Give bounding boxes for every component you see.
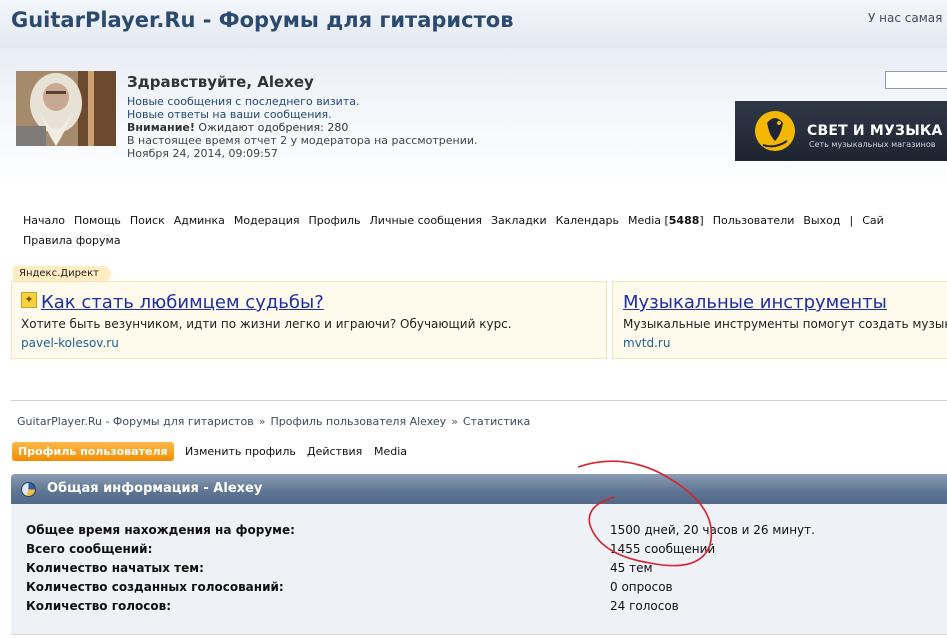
tab-actions[interactable]: Действия bbox=[307, 442, 362, 461]
ad2-url-link[interactable]: mvtd.ru bbox=[623, 336, 670, 350]
stats-table: Общее время нахождения на форуме: 1500 д… bbox=[11, 504, 947, 635]
nav-site[interactable]: Сай bbox=[862, 214, 884, 227]
online-users-text: У нас самая bbox=[868, 11, 943, 25]
stat-value: 1500 дней, 20 часов и 26 минут. bbox=[610, 523, 815, 537]
stat-value: 45 тем bbox=[610, 561, 653, 575]
stat-value: 24 голосов bbox=[610, 599, 679, 613]
new-replies-line: Новые ответы на ваши сообщения. bbox=[127, 108, 332, 121]
attention-label: Внимание! bbox=[127, 121, 195, 134]
nav-search[interactable]: Поиск bbox=[130, 214, 165, 227]
tab-media[interactable]: Media bbox=[374, 442, 407, 461]
nav-separator: | bbox=[849, 214, 854, 227]
nav-media[interactable]: Media [5488] bbox=[628, 214, 704, 227]
banner-title: СВЕТ И МУЗЫКА bbox=[807, 123, 943, 139]
stat-row: Количество созданных голосований: 0 опро… bbox=[11, 580, 947, 599]
ad2-title-link[interactable]: Музыкальные инструменты bbox=[623, 292, 887, 313]
banner-subtitle: Сеть музыкальных магазинов bbox=[809, 140, 936, 149]
new-replies-link[interactable]: Новые ответы на ваши сообщения. bbox=[127, 108, 332, 121]
current-date: Ноября 24, 2014, 09:09:57 bbox=[127, 147, 278, 160]
stat-label: Количество созданных голосований: bbox=[26, 580, 284, 594]
tab-edit-profile[interactable]: Изменить профиль bbox=[185, 442, 296, 461]
breadcrumb-profile[interactable]: Профиль пользователя Alexey bbox=[270, 415, 446, 428]
breadcrumb: GuitarPlayer.Ru - Форумы для гитаристов »… bbox=[17, 415, 530, 428]
stat-label: Количество начатых тем: bbox=[26, 561, 204, 575]
nav-media-close: ] bbox=[699, 214, 704, 227]
stat-value: 0 опросов bbox=[610, 580, 673, 594]
ad1-title-link[interactable]: Как стать любимцем судьбы? bbox=[41, 292, 324, 313]
attention-text[interactable]: Ожидают одобрения: 280 bbox=[195, 121, 348, 134]
site-header: GuitarPlayer.Ru - Форумы для гитаристов … bbox=[0, 0, 947, 48]
user-avatar[interactable] bbox=[16, 71, 116, 146]
nav-rules[interactable]: Правила форума bbox=[23, 234, 121, 247]
nav-bookmarks[interactable]: Закладки bbox=[491, 214, 547, 227]
breadcrumb-forum[interactable]: GuitarPlayer.Ru - Форумы для гитаристов bbox=[17, 415, 254, 428]
stat-value: 1455 сообщений bbox=[610, 542, 716, 556]
search-input[interactable] bbox=[885, 71, 947, 89]
stat-row: Количество начатых тем: 45 тем bbox=[11, 561, 947, 580]
ad-block-2[interactable]: Музыкальные инструменты Музыкальные инст… bbox=[612, 281, 947, 359]
new-posts-link[interactable]: Новые сообщения с последнего визита. bbox=[127, 95, 359, 108]
nav-second-row: Правила форума bbox=[23, 232, 121, 250]
nav-logout[interactable]: Выход bbox=[803, 214, 840, 227]
pie-chart-icon bbox=[21, 482, 36, 497]
ad1-text: Хотите быть везунчиком, идти по жизни ле… bbox=[21, 317, 512, 331]
stat-label: Всего сообщений: bbox=[26, 542, 153, 556]
stat-label: Количество голосов: bbox=[26, 599, 172, 613]
nav-users[interactable]: Пользователи bbox=[713, 214, 795, 227]
stats-title: Общая информация - Alexey bbox=[47, 481, 263, 496]
tab-user-profile[interactable]: Профиль пользователя bbox=[12, 442, 174, 461]
stat-row: Количество голосов: 24 голосов bbox=[11, 599, 947, 618]
breadcrumb-stats[interactable]: Статистика bbox=[463, 415, 530, 428]
new-posts-line: Новые сообщения с последнего визита. bbox=[127, 95, 359, 108]
nav-media-count: 5488 bbox=[668, 214, 700, 227]
divider bbox=[11, 400, 947, 401]
yandex-direct-label[interactable]: Яндекс.Директ bbox=[13, 266, 111, 282]
breadcrumb-separator: » bbox=[258, 415, 266, 428]
nav-profile[interactable]: Профиль bbox=[308, 214, 360, 227]
ad-block-1[interactable]: ✦ Как стать любимцем судьбы? Хотите быть… bbox=[11, 281, 607, 359]
site-title[interactable]: GuitarPlayer.Ru - Форумы для гитаристов bbox=[11, 8, 513, 32]
main-navigation: Начало Помощь Поиск Админка Модерация Профиль… bbox=[23, 210, 947, 232]
ad-favicon-icon: ✦ bbox=[21, 292, 37, 308]
nav-home[interactable]: Начало bbox=[23, 214, 65, 227]
breadcrumb-separator: » bbox=[451, 415, 458, 428]
avatar-image bbox=[16, 71, 116, 146]
stat-label: Общее время нахождения на форуме: bbox=[26, 523, 295, 537]
nav-moderation[interactable]: Модерация bbox=[234, 214, 300, 227]
greeting-heading: Здравствуйте, Alexey bbox=[127, 73, 314, 91]
nav-admin[interactable]: Админка bbox=[174, 214, 225, 227]
ad1-url-link[interactable]: pavel-kolesov.ru bbox=[21, 336, 119, 350]
attention-line: Внимание! Ожидают одобрения: 280 bbox=[127, 121, 348, 134]
stat-row: Общее время нахождения на форуме: 1500 д… bbox=[11, 523, 947, 542]
ad-banner[interactable]: СВЕТ И МУЗЫКА Сеть музыкальных магазинов bbox=[735, 101, 947, 161]
nav-calendar[interactable]: Календарь bbox=[556, 214, 619, 227]
nav-messages[interactable]: Личные сообщения bbox=[370, 214, 482, 227]
nav-media-label: Media [ bbox=[627, 214, 669, 227]
stats-header: Общая информация - Alexey bbox=[11, 474, 947, 504]
ad2-text: Музыкальные инструменты помогут создать … bbox=[623, 317, 947, 331]
stat-row: Всего сообщений: 1455 сообщений bbox=[11, 542, 947, 561]
nav-help[interactable]: Помощь bbox=[74, 214, 121, 227]
reports-line[interactable]: В настоящее время отчет 2 у модератора н… bbox=[127, 134, 478, 147]
